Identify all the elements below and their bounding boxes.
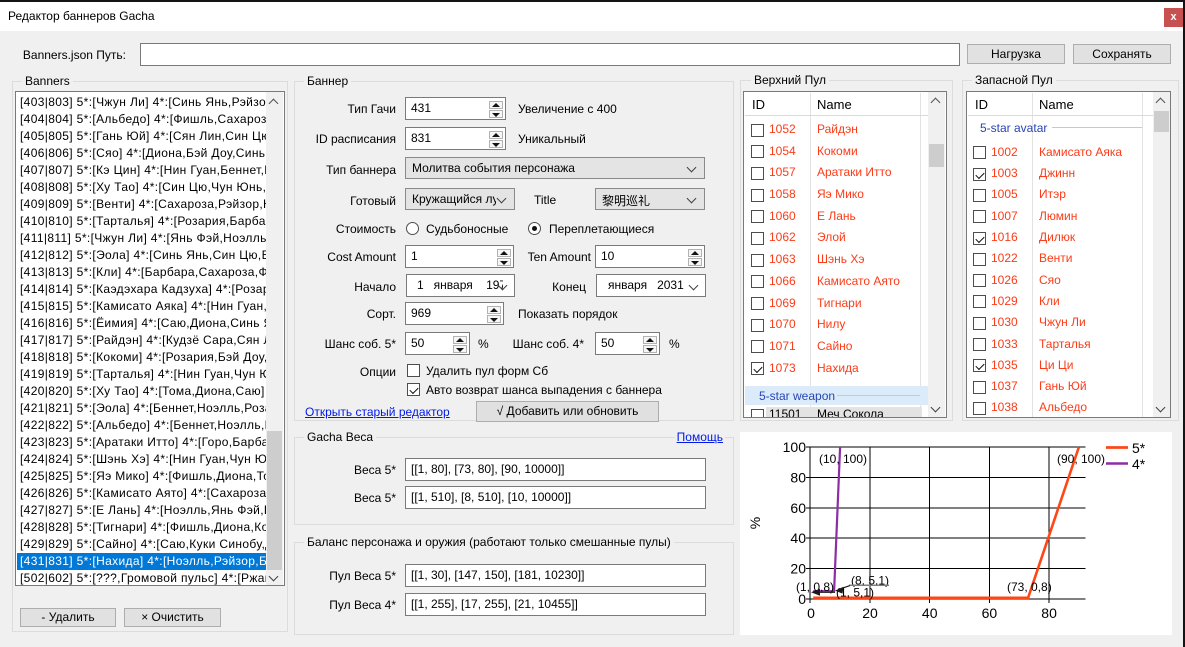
svg-text:80: 80 — [1041, 605, 1057, 621]
svg-text:40: 40 — [922, 605, 938, 621]
svg-text:100: 100 — [783, 439, 807, 455]
svg-text:20: 20 — [862, 605, 878, 621]
svg-text:20: 20 — [790, 561, 806, 577]
svg-text:60: 60 — [790, 500, 806, 516]
svg-text:60: 60 — [982, 605, 998, 621]
svg-text:5*: 5* — [1132, 440, 1146, 456]
svg-text:80: 80 — [790, 469, 806, 485]
svg-text:(10, 100): (10, 100) — [819, 452, 867, 466]
svg-text:4*: 4* — [1132, 456, 1146, 472]
svg-text:(90, 100): (90, 100) — [1057, 452, 1105, 466]
svg-text:(73, 0,8): (73, 0,8) — [1007, 580, 1052, 594]
svg-text:%: % — [747, 517, 763, 529]
svg-text:40: 40 — [790, 530, 806, 546]
svg-text:0: 0 — [807, 605, 815, 621]
